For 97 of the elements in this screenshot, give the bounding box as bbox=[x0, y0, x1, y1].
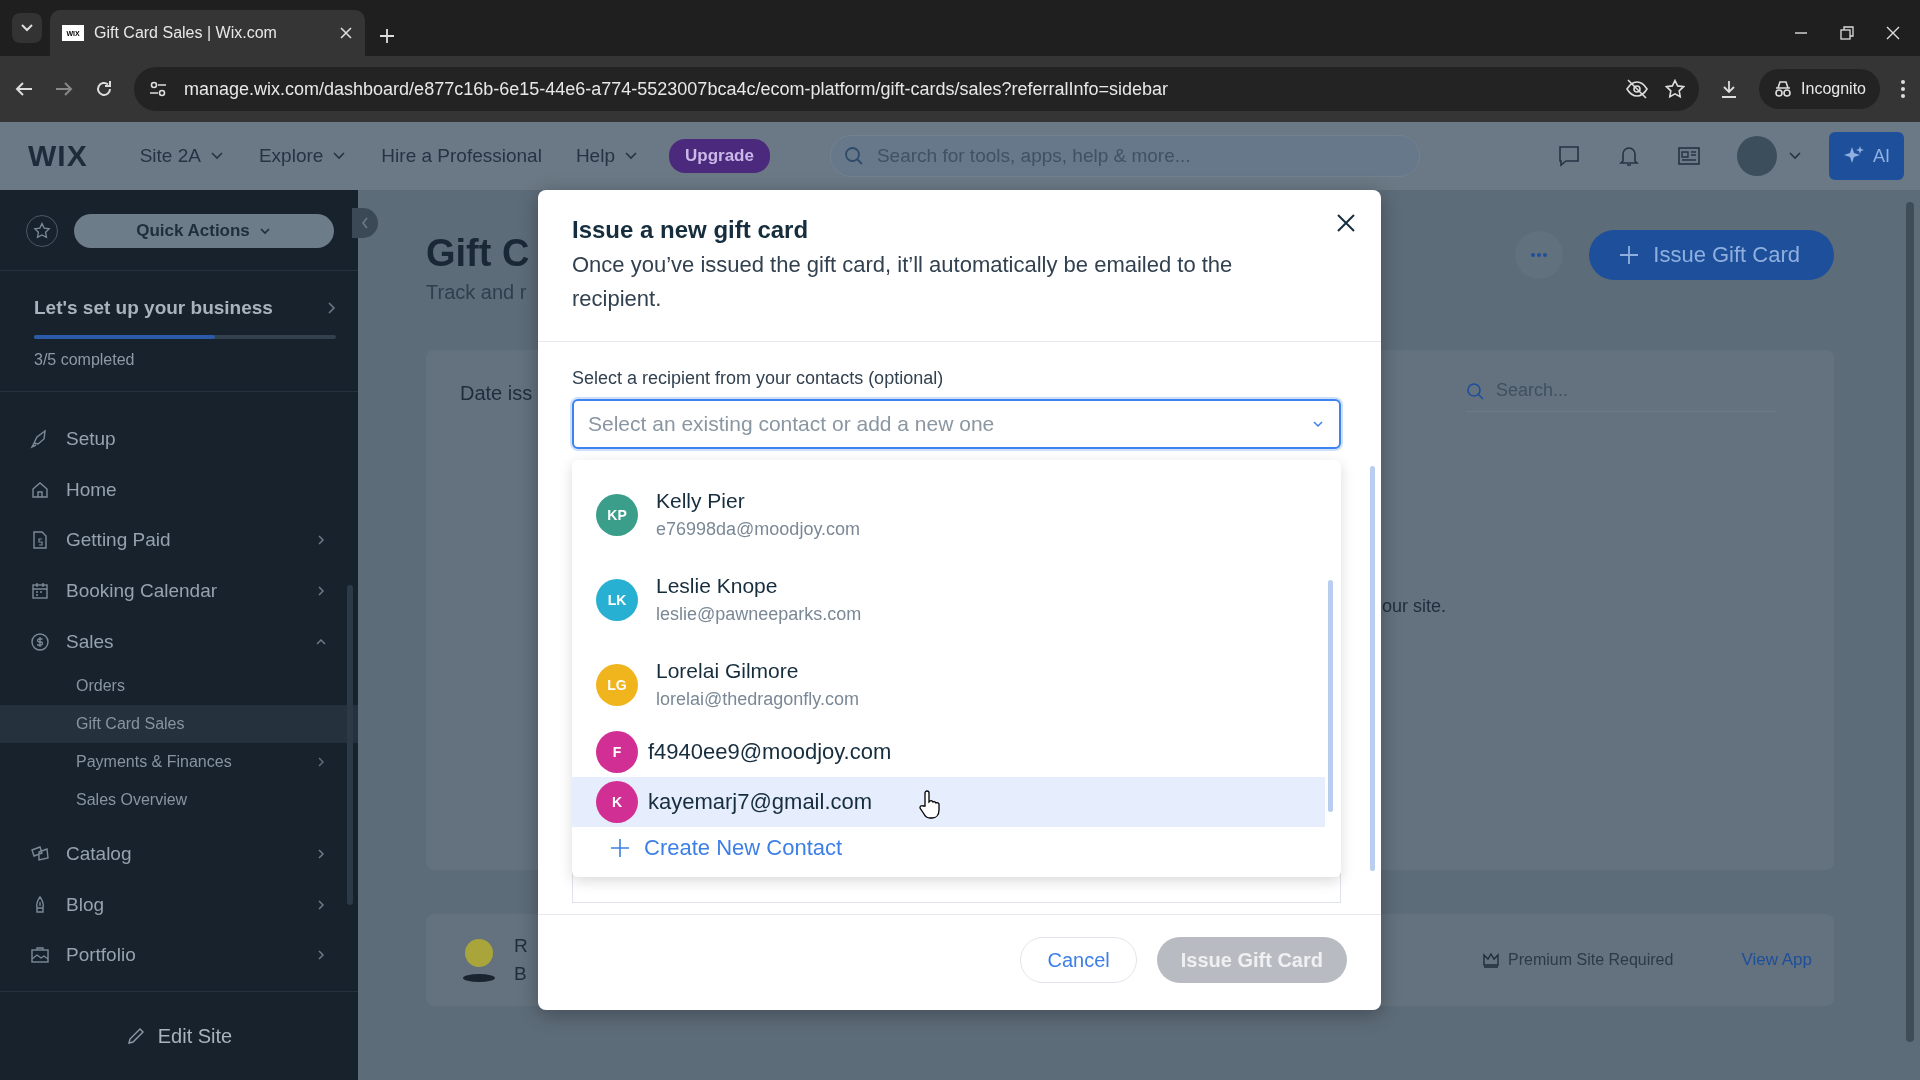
column-header: Date iss bbox=[460, 382, 533, 405]
tracking-button[interactable] bbox=[1625, 79, 1650, 99]
contact-option[interactable]: KP Kelly Pier e76998da@moodjoy.com bbox=[572, 472, 1325, 557]
contact-email: lorelai@thedragonfly.com bbox=[656, 689, 860, 710]
sidebar-item[interactable]: Setup bbox=[0, 414, 358, 465]
sidebar-subitem[interactable]: Sales Overview bbox=[0, 780, 358, 819]
tab-title: Gift Card Sales | Wix.com bbox=[94, 24, 278, 42]
sidebar-subitem[interactable]: Payments & Finances bbox=[0, 742, 358, 781]
dollar-icon bbox=[30, 631, 50, 652]
contact-email: e76998da@moodjoy.com bbox=[656, 519, 861, 540]
contact-name: Kelly Pier bbox=[656, 489, 746, 513]
sidebar-item[interactable]: Blog bbox=[0, 879, 358, 931]
hand-cursor-icon bbox=[918, 790, 940, 820]
contact-name: Lorelai Gilmore bbox=[656, 659, 800, 683]
sidebar-item[interactable]: Portfolio bbox=[0, 930, 358, 981]
avatar bbox=[1737, 136, 1777, 176]
contact-option[interactable]: K kayemarj7@gmail.com bbox=[572, 777, 1325, 827]
notifications-button[interactable] bbox=[1617, 144, 1641, 168]
reload-icon bbox=[94, 79, 114, 99]
close-icon bbox=[339, 26, 353, 40]
sidebar-subitem[interactable]: Gift Card Sales bbox=[0, 704, 358, 743]
sidebar-item[interactable]: Getting Paid bbox=[0, 515, 358, 566]
issue-gift-card-button[interactable]: Issue Gift Card bbox=[1589, 230, 1834, 280]
plus-icon bbox=[610, 838, 630, 858]
contact-option[interactable]: LK Leslie Knope leslie@pawneeparks.com bbox=[572, 557, 1325, 642]
close-icon bbox=[1886, 26, 1900, 40]
ai-button[interactable]: AI bbox=[1829, 132, 1904, 180]
cancel-button[interactable]: Cancel bbox=[1020, 937, 1137, 983]
house-icon bbox=[30, 479, 50, 500]
sliders-icon bbox=[148, 79, 168, 99]
contact-name: Leslie Knope bbox=[656, 574, 779, 598]
contact-avatar: KP bbox=[596, 493, 638, 536]
app-title: R bbox=[514, 935, 528, 957]
app-subtitle: B bbox=[514, 963, 528, 985]
field-label: Select a recipient from your contacts (optional) bbox=[572, 368, 945, 389]
contact-email: f4940ee9@moodjoy.com bbox=[648, 739, 892, 765]
incognito-icon bbox=[1773, 80, 1794, 98]
restore-button[interactable] bbox=[1840, 26, 1854, 40]
contact-option[interactable]: F f4940ee9@moodjoy.com bbox=[572, 727, 1325, 777]
star-icon bbox=[33, 222, 51, 240]
sidebar-item[interactable]: Booking Calendar bbox=[0, 565, 358, 617]
upgrade-button[interactable]: Upgrade bbox=[668, 139, 770, 173]
calendar-icon bbox=[30, 581, 50, 602]
contact-email: leslie@pawneeparks.com bbox=[656, 604, 862, 625]
receipt-icon bbox=[30, 530, 50, 551]
chat-bubble-icon bbox=[1557, 144, 1581, 168]
site-info-button[interactable] bbox=[148, 79, 168, 99]
url-text: manage.wix.com/dashboard/e877c16b-6e15-44e6-a774-5523007bca4c/ecom-platform/gift-cards/sales?referralInfo=sidebar bbox=[184, 78, 1170, 100]
app-logo-icon bbox=[462, 937, 496, 983]
more-horizontal-icon bbox=[1530, 252, 1549, 258]
sidebar-subitem[interactable]: Orders bbox=[0, 666, 358, 705]
wix-logo[interactable]: WIX bbox=[28, 139, 88, 173]
pencil-icon bbox=[125, 1026, 146, 1046]
contact-avatar: K bbox=[596, 781, 638, 823]
sidebar-item[interactable]: Catalog bbox=[0, 828, 358, 880]
page-title: Gift C bbox=[426, 232, 530, 275]
contact-avatar: F bbox=[596, 731, 638, 773]
incognito-button[interactable]: Incognito bbox=[1759, 69, 1880, 109]
new-tab-button[interactable] bbox=[379, 28, 395, 44]
plus-icon bbox=[1619, 245, 1640, 265]
eye-off-icon bbox=[1625, 79, 1650, 99]
progress-text: 3/5 completed bbox=[34, 351, 136, 369]
close-tab-button[interactable] bbox=[339, 26, 353, 40]
contact-avatar: LK bbox=[596, 578, 638, 621]
briefcase-icon bbox=[30, 945, 50, 966]
browser-menu-button[interactable] bbox=[1900, 79, 1906, 99]
contact-avatar: LG bbox=[596, 663, 638, 706]
newspaper-icon bbox=[1677, 144, 1701, 168]
contact-email: kayemarj7@gmail.com bbox=[648, 789, 873, 815]
modal-description: Once you’ve issued the gift card, it’ll automatically be emailed to the recipient. bbox=[572, 251, 1234, 313]
search-icon bbox=[1466, 382, 1484, 400]
bookmark-button[interactable] bbox=[1665, 79, 1686, 99]
create-contact-button[interactable]: Create New Contact bbox=[572, 827, 843, 861]
close-window-button[interactable] bbox=[1886, 26, 1900, 40]
reload-button[interactable] bbox=[94, 79, 114, 99]
star-icon bbox=[1665, 79, 1686, 99]
tab-list-button[interactable] bbox=[12, 13, 42, 43]
modal-title: Issue a new gift card bbox=[572, 216, 809, 244]
sidebar-item[interactable]: Sales bbox=[0, 616, 358, 667]
setup-checklist-link[interactable]: Let's set up your business bbox=[34, 297, 336, 319]
crown-icon bbox=[1482, 952, 1500, 968]
restore-icon bbox=[1840, 26, 1854, 40]
bell-icon bbox=[1617, 144, 1641, 168]
empty-state-text: our site. bbox=[1382, 596, 1447, 617]
contact-select-field[interactable]: Select an existing contact or add a new one bbox=[572, 399, 1341, 449]
edit-site-button[interactable]: Edit Site bbox=[119, 1023, 239, 1049]
close-icon bbox=[1337, 214, 1355, 232]
address-bar[interactable]: manage.wix.com/dashboard/e877c16b-6e15-44e6-a774-5523007bca4c/ecom-platform/gift-cards/sales?referralInfo=sidebar bbox=[134, 67, 1700, 111]
chevron-left-icon bbox=[360, 216, 370, 230]
sidebar-item[interactable]: Home bbox=[0, 464, 358, 516]
plus-icon bbox=[379, 28, 395, 44]
quick-actions-button[interactable]: Quick Actions bbox=[74, 214, 334, 248]
premium-note: Premium Site Required bbox=[1508, 951, 1674, 969]
more-vertical-icon bbox=[1900, 79, 1906, 99]
contact-option[interactable]: LG Lorelai Gilmore lorelai@thedragonfly.com bbox=[572, 642, 1325, 727]
chevron-right-icon bbox=[326, 300, 336, 316]
messages-button[interactable] bbox=[1557, 144, 1581, 168]
